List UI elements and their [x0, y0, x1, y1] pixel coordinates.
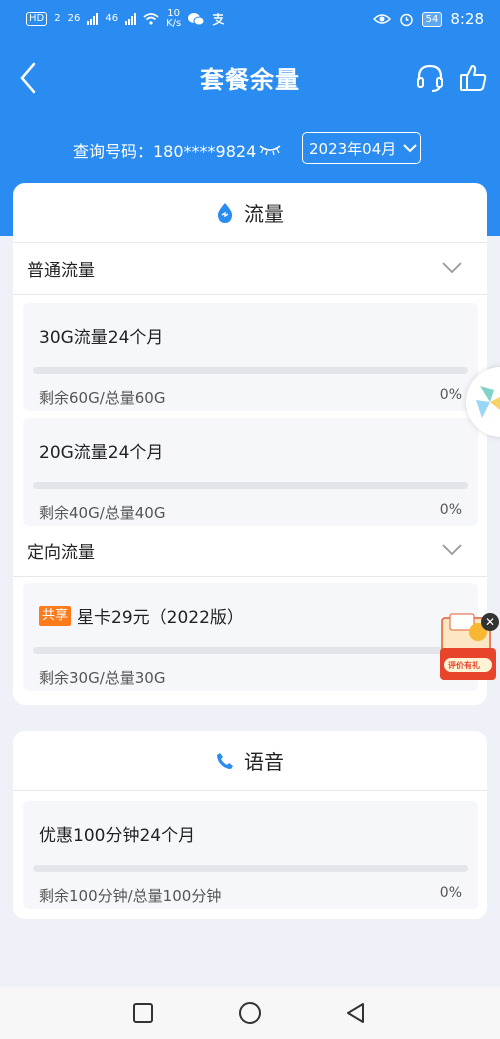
close-gift-button[interactable]: ✕: [481, 613, 499, 631]
triangle-back-icon: [347, 1003, 364, 1023]
package-name: 共享 星卡29元（2022版）: [39, 603, 244, 628]
eye-toggle[interactable]: [258, 142, 282, 156]
eye-status-icon: [372, 14, 391, 24]
remaining-text: 剩余60G/总量60G: [39, 389, 166, 407]
voice-card-title: 语音: [244, 750, 284, 774]
system-nav-bar: [0, 987, 500, 1039]
section-directed-data[interactable]: 定向流量: [13, 525, 487, 577]
sim-indicator: 2: [54, 13, 61, 24]
square-icon: [133, 1003, 153, 1023]
chevron-down-icon: [403, 144, 417, 153]
alarm-icon: [399, 13, 413, 26]
headset-icon: [417, 64, 443, 92]
voice-usage-card: 语音 优惠100分钟24个月 剩余100分钟/总量100分钟 0%: [13, 731, 487, 919]
close-icon: ✕: [484, 615, 496, 629]
remaining-text: 剩余30G/总量30G: [39, 669, 166, 687]
usage-progress-bar: [33, 647, 468, 654]
customer-service-button[interactable]: [414, 62, 446, 94]
signal-icon: [125, 13, 137, 25]
network-2g: 26: [67, 13, 81, 24]
package-name: 20G流量24个月: [39, 443, 164, 463]
phone-number-label: 查询号码：180****9824: [73, 142, 257, 161]
clock: 8:28: [450, 10, 484, 28]
data-card-title: 流量: [244, 202, 284, 226]
wechat-icon: [188, 13, 205, 26]
thumbs-up-icon: [460, 65, 487, 91]
package-item: 30G流量24个月 剩余60G/总量60G 0%: [23, 303, 478, 411]
like-button[interactable]: [457, 62, 489, 94]
package-item: 优惠100分钟24个月 剩余100分钟/总量100分钟 0%: [23, 801, 478, 909]
floating-assistant-button[interactable]: [466, 367, 500, 437]
share-tag: 共享: [39, 605, 72, 626]
chevron-down-icon: [442, 262, 462, 274]
usage-percent: 0%: [439, 387, 462, 403]
gift-label: 评价有礼: [448, 661, 480, 670]
network-4g: 46: [105, 13, 119, 24]
chevron-down-icon: [442, 544, 462, 556]
eye-closed-icon: [259, 145, 281, 156]
data-usage-card: 流量 普通流量 30G流量24个月 剩余60G/总量60G 0% 20G流量24…: [13, 183, 487, 705]
data-drop-icon: [217, 202, 233, 223]
package-item: 20G流量24个月 剩余40G/总量40G 0%: [23, 418, 478, 526]
usage-percent: 0%: [439, 885, 462, 901]
data-card-header: 流量: [13, 183, 487, 243]
wifi-icon: [143, 13, 159, 25]
remaining-text: 剩余100分钟/总量100分钟: [39, 887, 222, 905]
circle-icon: [239, 1002, 261, 1024]
package-name: 优惠100分钟24个月: [39, 826, 196, 846]
usage-percent: 0%: [439, 502, 462, 518]
package-item: 共享 星卡29元（2022版） 剩余30G/总量30G 0%: [23, 583, 478, 691]
signal-icon: [87, 13, 99, 25]
voice-card-header: 语音: [13, 731, 487, 791]
hd-badge: HD: [26, 12, 48, 26]
home-button[interactable]: [238, 1001, 262, 1025]
usage-progress-bar: [33, 367, 468, 374]
recent-apps-button[interactable]: [131, 1001, 155, 1025]
status-bar: HD 2 26 46 10 K/s 54 8:28: [0, 0, 500, 38]
phone-icon: [217, 752, 233, 769]
net-speed: 10 K/s: [166, 8, 182, 29]
month-select[interactable]: 2023年04月: [302, 132, 421, 164]
section-title: 普通流量: [27, 261, 95, 281]
system-back-button[interactable]: [344, 1001, 368, 1025]
month-value: 2023年04月: [309, 139, 397, 158]
section-title: 定向流量: [27, 543, 95, 563]
pinwheel-icon: [476, 386, 500, 418]
battery-icon: 54: [421, 11, 443, 27]
query-row: 查询号码：180****9824 2023年04月: [0, 130, 500, 166]
usage-progress-bar: [33, 482, 468, 489]
remaining-text: 剩余40G/总量40G: [39, 504, 166, 522]
top-bar: 套餐余量: [0, 50, 500, 106]
usage-progress-bar: [33, 865, 468, 872]
section-normal-data[interactable]: 普通流量: [13, 243, 487, 295]
alipay-icon: [213, 13, 225, 26]
package-name: 30G流量24个月: [39, 328, 164, 348]
